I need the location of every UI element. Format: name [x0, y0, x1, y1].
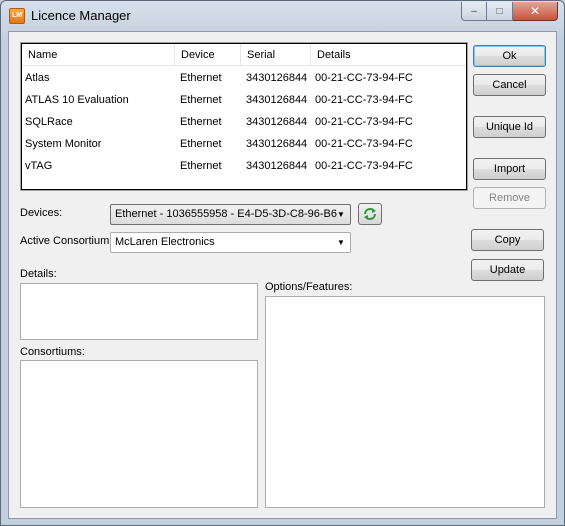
consortiums-label: Consortiums:	[20, 346, 85, 358]
licence-list[interactable]: Name Device Serial Details Atlas Etherne…	[20, 42, 468, 191]
table-row[interactable]: vTAG Ethernet 3430126844 00-21-CC-73-94-…	[22, 155, 466, 177]
options-features-list[interactable]	[265, 296, 545, 508]
refresh-icon	[364, 208, 376, 220]
active-consortium-value: McLaren Electronics	[115, 236, 215, 248]
devices-label: Devices:	[20, 207, 63, 219]
row-serial: 3430126844	[246, 72, 308, 84]
row-details: 00-21-CC-73-94-FC	[315, 160, 413, 172]
unique-id-button[interactable]: Unique Id	[473, 116, 546, 138]
caption-buttons: – □ ✕	[461, 2, 558, 21]
devices-dropdown-value: Ethernet - 1036555958 - E4-D5-3D-C8-96-B…	[115, 208, 337, 220]
column-header-serial[interactable]: Serial	[240, 44, 310, 66]
close-button[interactable]: ✕	[513, 2, 558, 21]
licence-list-header: Name Device Serial Details	[22, 44, 466, 66]
consortiums-list[interactable]	[20, 360, 258, 508]
row-serial: 3430126844	[246, 94, 308, 106]
chevron-down-icon: ▼	[337, 238, 345, 247]
row-details: 00-21-CC-73-94-FC	[315, 116, 413, 128]
app-icon: LM	[9, 8, 25, 24]
title-bar[interactable]: LM Licence Manager – □ ✕	[1, 1, 564, 31]
details-label: Details:	[20, 268, 57, 280]
row-device: Ethernet	[180, 94, 222, 106]
table-row[interactable]: System Monitor Ethernet 3430126844 00-21…	[22, 133, 466, 155]
minimize-icon: –	[471, 5, 477, 17]
ok-button[interactable]: Ok	[473, 45, 546, 67]
import-button[interactable]: Import	[473, 158, 546, 180]
column-header-device[interactable]: Device	[174, 44, 240, 66]
licence-manager-window: LM Licence Manager – □ ✕ Name Device Ser…	[0, 0, 565, 526]
table-row[interactable]: SQLRace Ethernet 3430126844 00-21-CC-73-…	[22, 111, 466, 133]
maximize-icon: □	[496, 5, 503, 17]
update-button[interactable]: Update	[471, 259, 544, 281]
table-row[interactable]: ATLAS 10 Evaluation Ethernet 3430126844 …	[22, 89, 466, 111]
table-row[interactable]: Atlas Ethernet 3430126844 00-21-CC-73-94…	[22, 67, 466, 89]
row-name: Atlas	[25, 72, 50, 84]
column-header-name[interactable]: Name	[22, 44, 172, 66]
row-name: ATLAS 10 Evaluation	[25, 94, 129, 106]
active-consortium-label: Active Consortium:	[20, 235, 113, 247]
row-name: SQLRace	[25, 116, 73, 128]
column-header-details[interactable]: Details	[310, 44, 466, 66]
row-name: vTAG	[25, 160, 53, 172]
options-features-label: Options/Features:	[265, 281, 353, 293]
window-title: Licence Manager	[31, 8, 131, 23]
row-device: Ethernet	[180, 138, 222, 150]
dialog-client-area: Name Device Serial Details Atlas Etherne…	[8, 31, 557, 519]
row-device: Ethernet	[180, 116, 222, 128]
cancel-button[interactable]: Cancel	[473, 74, 546, 96]
refresh-button[interactable]	[358, 203, 382, 225]
row-serial: 3430126844	[246, 160, 308, 172]
close-icon: ✕	[529, 4, 541, 18]
minimize-button[interactable]: –	[461, 2, 487, 21]
remove-button[interactable]: Remove	[473, 187, 546, 209]
row-details: 00-21-CC-73-94-FC	[315, 72, 413, 84]
details-box[interactable]	[20, 283, 258, 340]
copy-button[interactable]: Copy	[471, 229, 544, 251]
row-serial: 3430126844	[246, 116, 308, 128]
chevron-down-icon: ▼	[337, 210, 345, 219]
row-device: Ethernet	[180, 72, 222, 84]
active-consortium-dropdown[interactable]: McLaren Electronics ▼	[110, 232, 351, 253]
row-name: System Monitor	[25, 138, 102, 150]
row-details: 00-21-CC-73-94-FC	[315, 138, 413, 150]
row-details: 00-21-CC-73-94-FC	[315, 94, 413, 106]
maximize-button[interactable]: □	[487, 2, 513, 21]
row-device: Ethernet	[180, 160, 222, 172]
devices-dropdown[interactable]: Ethernet - 1036555958 - E4-D5-3D-C8-96-B…	[110, 204, 351, 225]
row-serial: 3430126844	[246, 138, 308, 150]
